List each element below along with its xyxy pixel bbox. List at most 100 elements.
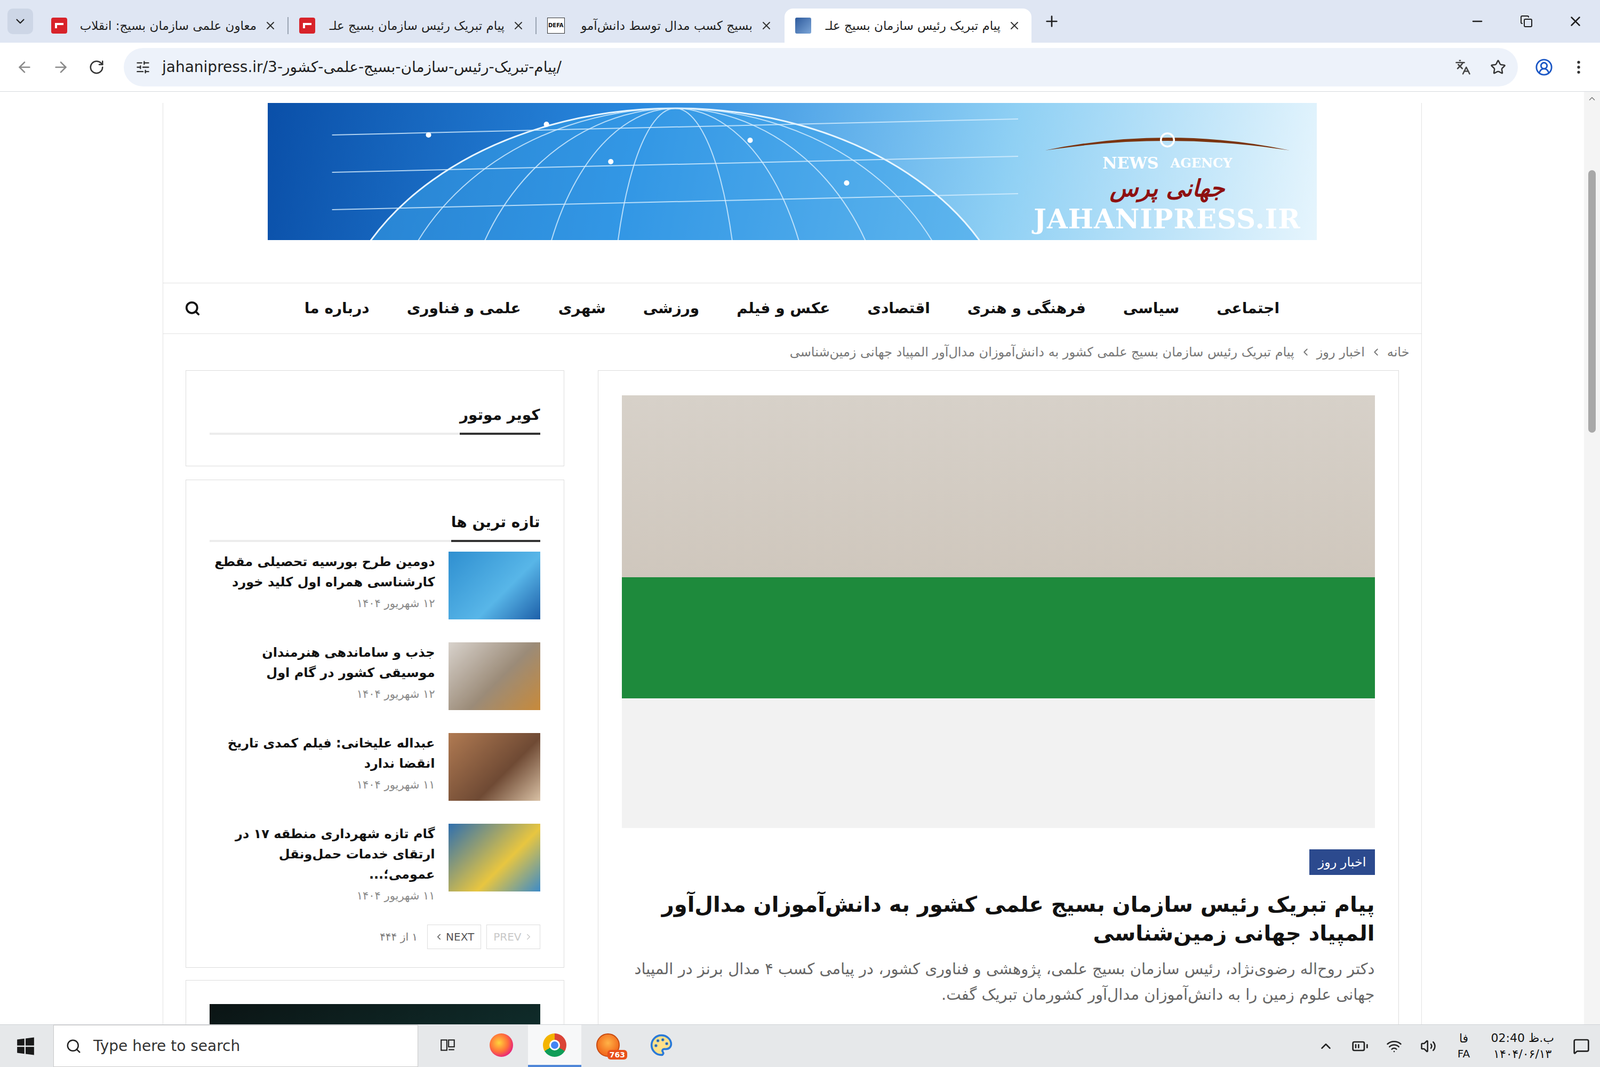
minimize-button[interactable] xyxy=(1452,0,1502,43)
notifications-icon[interactable] xyxy=(1572,1037,1590,1055)
nav-item[interactable]: شهری xyxy=(558,297,606,320)
start-button[interactable] xyxy=(0,1024,52,1067)
item-title[interactable]: دومین طرح بورسیه تحصیلی مقطع کارشناسی هم… xyxy=(209,551,436,592)
latest-item[interactable]: عبداله علیخانی: فیلم کمدی تاریخ انقضا ند… xyxy=(209,732,541,801)
tab-search-button[interactable] xyxy=(7,8,34,35)
site-info-icon[interactable] xyxy=(135,59,151,75)
browser-tab[interactable]: DEFAبسیج کسب مدال توسط دانش‌آمو xyxy=(536,8,784,43)
close-tab-icon[interactable] xyxy=(512,19,525,32)
taskbar-search[interactable]: Type here to search xyxy=(53,1024,419,1067)
page-scrollbar[interactable] xyxy=(1584,91,1600,1024)
nav-item[interactable]: عکس و فیلم xyxy=(736,297,830,320)
clock[interactable]: 02:40 ب.ظ۱۴۰۴/۰۶/۱۳ xyxy=(1482,1029,1563,1062)
web-page: NEWSAGENCYجهانی پرسJAHANIPRESS.IR اجتماعی… xyxy=(0,91,1600,1024)
url-text: jahanipress.ir/پیام-تبریک-رئیس-سازمان-بس… xyxy=(162,56,562,79)
restore-icon xyxy=(1520,14,1533,28)
latest-item[interactable]: جذب و ساماندهی هنرمندان موسیقی کشور در گ… xyxy=(209,642,541,710)
chevron-down-icon xyxy=(13,14,28,29)
nav-item[interactable]: سیاسی xyxy=(1123,297,1180,320)
widget-title: کویر موتور xyxy=(459,403,541,435)
back-icon[interactable] xyxy=(16,58,34,76)
nav-item[interactable]: علمی و فناوری xyxy=(406,297,522,320)
browser-tab[interactable]: پیام تبریک رئیس سازمان بسیج علـ xyxy=(784,8,1032,43)
firefox-icon xyxy=(489,1033,514,1057)
menu-icon[interactable] xyxy=(1570,58,1588,76)
item-thumbnail xyxy=(448,732,541,801)
tab-strip: معاون علمی سازمان بسیج: انقلاب پیام تبریک… xyxy=(0,0,1600,43)
restore-button[interactable] xyxy=(1501,0,1551,43)
scroll-up-icon[interactable] xyxy=(1587,93,1597,104)
close-tab-icon[interactable] xyxy=(264,19,277,32)
nav-item[interactable]: ورزشی xyxy=(643,297,700,320)
next-button[interactable]: NEXT xyxy=(427,924,482,949)
roof-icon xyxy=(1023,129,1312,154)
article-photo xyxy=(621,395,1375,828)
nav-item[interactable]: فرهنگی و هنری xyxy=(967,297,1086,320)
close-tab-icon[interactable] xyxy=(1008,19,1021,32)
taskbar-app[interactable] xyxy=(421,1024,475,1067)
latest-item[interactable]: گام تازه شهرداری منطقه ۱۷ در ارتقای خدما… xyxy=(209,823,541,905)
profile-icon[interactable] xyxy=(1534,58,1554,77)
widget-title: تازه ترین ها xyxy=(451,510,541,542)
ad-widget: کویر موتور xyxy=(185,370,565,467)
article: اخبار روز پیام تبریک رئیس سازمان بسیج علم… xyxy=(597,370,1399,1024)
reload-icon[interactable] xyxy=(88,59,105,76)
battery-icon[interactable] xyxy=(1351,1037,1369,1055)
close-window-button[interactable] xyxy=(1550,0,1600,43)
address-bar[interactable]: jahanipress.ir/پیام-تبریک-رئیس-سازمان-بس… xyxy=(123,48,1518,87)
volume-icon[interactable] xyxy=(1420,1037,1437,1054)
media-widget xyxy=(185,979,565,1025)
prev-button[interactable]: PREV xyxy=(486,924,540,949)
item-title[interactable]: عبداله علیخانی: فیلم کمدی تاریخ انقضا ند… xyxy=(209,732,436,774)
close-icon xyxy=(1567,13,1584,30)
tab-title: پیام تبریک رئیس سازمان بسیج علـ xyxy=(322,16,505,36)
sidebar: کویر موتور تازه ترین ها دومین طرح بورسیه ت… xyxy=(185,370,565,1024)
nav-item[interactable]: اجتماعی xyxy=(1216,297,1280,320)
chevron-left-icon xyxy=(434,931,444,942)
chevron-left-icon xyxy=(1370,346,1382,358)
item-date: ۱۱ شهریور ۱۴۰۴ xyxy=(209,887,436,905)
bookmark-star-icon[interactable] xyxy=(1490,59,1507,76)
breadcrumb-item[interactable]: خانه xyxy=(1387,342,1410,362)
item-title[interactable]: گام تازه شهرداری منطقه ۱۷ در ارتقای خدما… xyxy=(209,823,436,885)
chevron-right-icon xyxy=(523,931,534,942)
browser-tab[interactable]: پیام تبریک رئیس سازمان بسیج علـ xyxy=(288,8,536,43)
taskbar-app[interactable] xyxy=(474,1024,528,1067)
site-banner[interactable]: NEWSAGENCYجهانی پرسJAHANIPRESS.IR xyxy=(267,102,1317,240)
wifi-icon[interactable] xyxy=(1386,1037,1403,1054)
minimize-icon xyxy=(1469,13,1485,29)
tab-separator xyxy=(287,17,289,35)
category-badge[interactable]: اخبار روز xyxy=(1309,849,1375,875)
breadcrumb-item[interactable]: اخبار روز xyxy=(1316,342,1365,362)
close-tab-icon[interactable] xyxy=(760,19,773,32)
show-hidden-icons-icon[interactable] xyxy=(1317,1037,1334,1054)
banner-logo: NEWSAGENCYجهانی پرسJAHANIPRESS.IR xyxy=(1018,102,1317,240)
main-nav: اجتماعی سیاسی فرهنگی و هنری اقتصادی عکس و فی… xyxy=(163,282,1422,334)
taskbar-app[interactable] xyxy=(634,1024,688,1067)
favicon-icon xyxy=(795,17,812,34)
favicon-icon xyxy=(51,17,68,34)
taskbar-app[interactable]: 763 xyxy=(581,1024,635,1067)
tab-title: بسیج کسب مدال توسط دانش‌آمو xyxy=(572,16,753,36)
site-container: NEWSAGENCYجهانی پرسJAHANIPRESS.IR اجتماعی… xyxy=(162,102,1422,1024)
item-title[interactable]: جذب و ساماندهی هنرمندان موسیقی کشور در گ… xyxy=(209,642,436,683)
tab-title: پیام تبریک رئیس سازمان بسیج علـ xyxy=(818,16,1001,36)
language-indicator[interactable]: فاFA xyxy=(1445,1030,1483,1061)
media-block xyxy=(209,1003,541,1025)
browser-tab[interactable]: معاون علمی سازمان بسیج: انقلاب xyxy=(40,8,288,43)
forward-icon[interactable] xyxy=(52,58,70,76)
article-title: پیام تبریک رئیس سازمان بسیج علمی کشور به… xyxy=(621,889,1375,948)
translate-icon[interactable] xyxy=(1454,59,1471,76)
windows-icon xyxy=(16,1036,35,1055)
latest-item[interactable]: دومین طرح بورسیه تحصیلی مقطع کارشناسی هم… xyxy=(209,551,541,620)
latest-widget: تازه ترین ها دومین طرح بورسیه تحصیلی مقطع… xyxy=(185,479,565,968)
scrollbar-thumb[interactable] xyxy=(1588,170,1596,433)
taskbar-app[interactable] xyxy=(528,1024,582,1067)
nav-item[interactable]: درباره ما xyxy=(304,297,370,320)
tab-title: معاون علمی سازمان بسیج: انقلاب xyxy=(74,16,257,36)
nav-item[interactable]: اقتصادی xyxy=(867,297,931,320)
article-summary: دکتر روح‌اله رضوی‌نژاد، رئیس سازمان بسیج… xyxy=(621,955,1375,1007)
item-date: ۱۲ شهریور ۱۴۰۴ xyxy=(209,595,436,613)
search-icon[interactable] xyxy=(184,300,201,317)
new-tab-icon[interactable] xyxy=(1043,12,1061,30)
